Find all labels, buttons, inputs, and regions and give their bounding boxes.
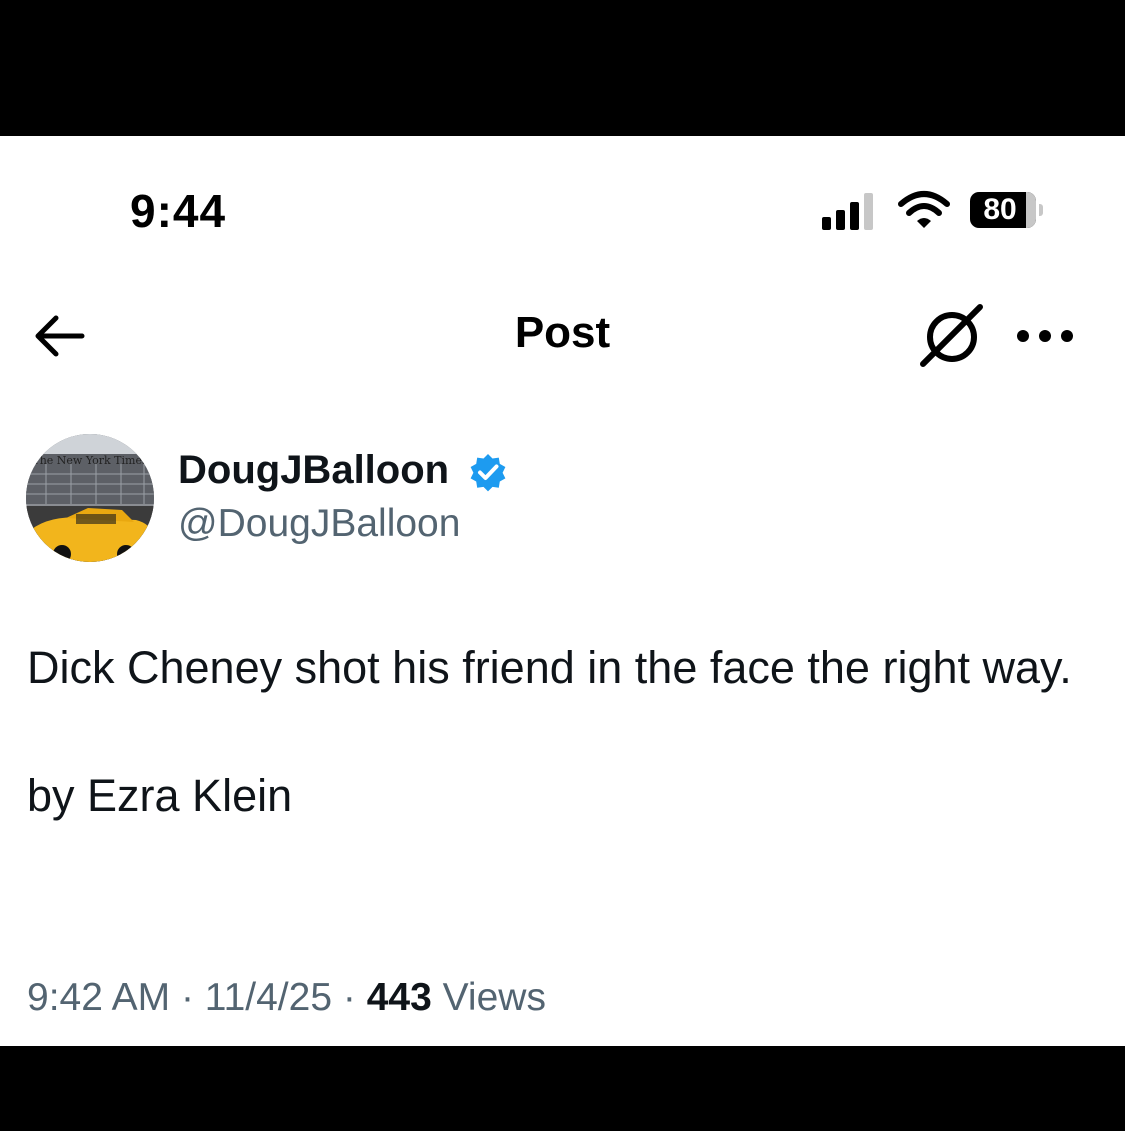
wifi-icon <box>898 191 950 228</box>
meta-separator: · <box>180 976 194 1019</box>
tweet-text: Dick Cheney shot his friend in the face … <box>27 636 1097 828</box>
author-display-name[interactable]: DougJBalloon <box>178 448 449 493</box>
verified-badge-icon <box>470 454 506 492</box>
battery-level: 80 <box>983 193 1017 226</box>
avatar[interactable]: The New York Times <box>26 434 154 562</box>
battery-icon: 80 <box>970 192 1046 228</box>
top-black-band <box>0 0 1125 136</box>
tweet-text-line: Dick Cheney shot his friend in the face … <box>27 642 1072 693</box>
grok-icon[interactable] <box>918 302 988 368</box>
tweet-meta: 9:42 AM · 11/4/25 · 443 Views <box>27 976 546 1020</box>
views-label[interactable]: Views <box>443 976 546 1019</box>
views-count[interactable]: 443 <box>367 976 432 1019</box>
tweet-date: 11/4/25 <box>204 976 333 1019</box>
avatar-wordmark: The New York Times <box>32 454 148 467</box>
more-horizontal-icon[interactable] <box>1014 324 1076 348</box>
meta-separator: · <box>342 976 356 1019</box>
author-handle[interactable]: @DougJBalloon <box>178 502 460 546</box>
status-time: 9:44 <box>130 185 227 237</box>
tweet-time: 9:42 AM <box>27 976 171 1019</box>
bottom-black-band <box>0 1046 1125 1131</box>
post-screen: 9:44 80 Post The New York Times DougJBal… <box>0 136 1125 1046</box>
tweet-text-line: by Ezra Klein <box>27 770 293 821</box>
cellular-signal-icon <box>822 190 882 230</box>
